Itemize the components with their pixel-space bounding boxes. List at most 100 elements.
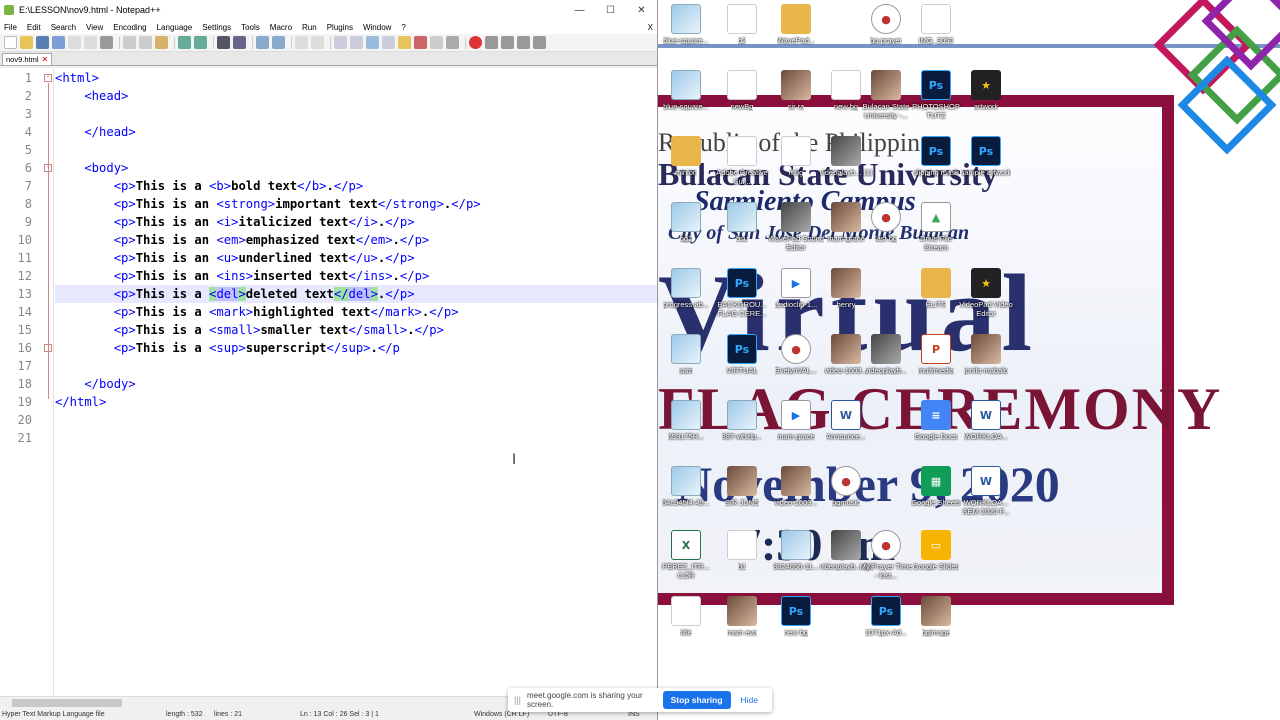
sync-vertical-icon[interactable]: [295, 36, 308, 49]
desktop-icon[interactable]: newBg: [714, 70, 770, 132]
open-file-icon[interactable]: [20, 36, 33, 49]
desktop-icon[interactable]: videoplayb... (1): [818, 136, 874, 198]
desktop-icon[interactable]: jonilo mabalo: [958, 334, 1014, 396]
desktop-icon[interactable]: 84c945f4-49...: [658, 466, 714, 528]
close-document-button[interactable]: X: [648, 23, 653, 32]
print-icon[interactable]: [100, 36, 113, 49]
code-line[interactable]: </body>: [55, 377, 135, 391]
find-icon[interactable]: [217, 36, 230, 49]
code-line[interactable]: <p>This is an <strong>important text</st…: [55, 197, 481, 211]
desktop-icon[interactable]: ▭ Google Slides: [908, 530, 964, 592]
desktop-icon[interactable]: ● My Prayer Time - lost...: [858, 530, 914, 592]
menu-tools[interactable]: Tools: [241, 23, 260, 32]
desktop-icon[interactable]: W Announce...: [818, 400, 874, 462]
code-line[interactable]: <html>: [55, 71, 99, 85]
desktop-icon[interactable]: Ps 1071px-Ad...: [858, 596, 914, 658]
menu-edit[interactable]: Edit: [27, 23, 41, 32]
desktop-icon[interactable]: WavePad Sound Editor: [768, 202, 824, 264]
doc-map-icon[interactable]: [430, 36, 443, 49]
desktop-icon[interactable]: ▦ Google Sheets: [908, 466, 964, 528]
desktop-icon[interactable]: 887-whirlp...: [714, 400, 770, 462]
desktop-icon[interactable]: W WORKLOA...: [958, 400, 1014, 462]
desktop-icon[interactable]: blue-square...: [658, 4, 714, 66]
desktop-icon[interactable]: ★ artwork: [958, 70, 1014, 132]
desktop-icon[interactable]: ● bg-prayer: [858, 4, 914, 66]
save-macro-icon[interactable]: [533, 36, 546, 49]
language-icon[interactable]: [382, 36, 395, 49]
desktop-icon[interactable]: Adobe Creative Sui...: [714, 136, 770, 198]
code-line[interactable]: <p>This is a <small>smaller text</small>…: [55, 323, 444, 337]
desktop-icon[interactable]: Ps clipping mask: [908, 136, 964, 198]
desktop-icon[interactable]: ● EvelynVAL...: [768, 334, 824, 396]
sync-horizontal-icon[interactable]: [311, 36, 324, 49]
indent-guide-icon[interactable]: [366, 36, 379, 49]
desktop-icon[interactable]: Bulacan State University -...: [858, 70, 914, 132]
code-line[interactable]: </html>: [55, 395, 106, 409]
hide-share-bar-button[interactable]: Hide: [741, 695, 758, 705]
save-all-icon[interactable]: [52, 36, 65, 49]
desktop-icon[interactable]: W WORKLOA... SEM 2020 F...: [958, 466, 1014, 528]
redo-icon[interactable]: [194, 36, 207, 49]
tab-nov9-html[interactable]: nov9.html ✕: [2, 53, 53, 65]
desktop-icon[interactable]: blue-square...: [658, 70, 714, 132]
desktop-icon[interactable]: video-1603...: [768, 466, 824, 528]
desktop-icon[interactable]: Ps new bg: [768, 596, 824, 658]
code-line[interactable]: <p>This is an <i>italicized text</i>.</p…: [55, 215, 415, 229]
zoom-out-icon[interactable]: [272, 36, 285, 49]
desktop-icon[interactable]: progress-ab...: [658, 268, 714, 330]
save-icon[interactable]: [36, 36, 49, 49]
tab-close-icon[interactable]: ✕: [42, 55, 49, 64]
close-button[interactable]: ✕: [626, 0, 657, 20]
menu-language[interactable]: Language: [157, 23, 193, 32]
fold-marker-icon[interactable]: -: [44, 164, 52, 172]
function-list-icon[interactable]: [414, 36, 427, 49]
desktop-icon[interactable]: Ps BACKGROU... FLAG CERE...: [714, 268, 770, 330]
show-all-chars-icon[interactable]: [350, 36, 363, 49]
desktop-icon[interactable]: mam eva: [714, 596, 770, 658]
desktop-icon[interactable]: SIR JUNS: [714, 466, 770, 528]
word-wrap-icon[interactable]: [334, 36, 347, 49]
menu-run[interactable]: Run: [302, 23, 317, 32]
menu-plugins[interactable]: Plugins: [327, 23, 353, 32]
new-file-icon[interactable]: [4, 36, 17, 49]
desktop-icon[interactable]: ▶ mam grace: [768, 400, 824, 462]
desktop-icon[interactable]: X PEREZ_ITR... COR: [658, 530, 714, 592]
drag-handle-icon[interactable]: |||: [514, 695, 521, 705]
code-line[interactable]: <p>This is a <sup>superscript</sup>.</p: [55, 341, 400, 355]
menu-settings[interactable]: Settings: [202, 23, 231, 32]
desktop-icon[interactable]: ▲ Drive File Stream: [908, 202, 964, 264]
desktop-icon[interactable]: sam: [658, 334, 714, 396]
desktop-icon[interactable]: ● bgmusic: [818, 466, 874, 528]
desktop-icon[interactable]: IMG_3050: [908, 4, 964, 66]
desktop-icon[interactable]: ★ VideoPad Video Editor: [958, 268, 1014, 330]
desktop-icon[interactable]: ≡ Google Docs: [908, 400, 964, 462]
desktop-icon[interactable]: bgimage: [908, 596, 964, 658]
desktop-icon[interactable]: bg2: [658, 202, 714, 264]
menu-file[interactable]: File: [4, 23, 17, 32]
desktop-icon[interactable]: 8824656-11...: [768, 530, 824, 592]
paste-icon[interactable]: [155, 36, 168, 49]
maximize-button[interactable]: ☐: [595, 0, 626, 20]
menu-encoding[interactable]: Encoding: [113, 23, 146, 32]
menu-window[interactable]: Window: [363, 23, 391, 32]
desktop-icon[interactable]: title: [658, 596, 714, 658]
desktop-icon[interactable]: ● last bg: [858, 202, 914, 264]
desktop-icon[interactable]: WavePad...: [768, 4, 824, 66]
title-bar[interactable]: E:\LESSON\nov9.html - Notepad++ — ☐ ✕: [0, 0, 657, 20]
desktop-icon[interactable]: b1: [714, 530, 770, 592]
menu-search[interactable]: Search: [51, 23, 76, 32]
close-all-icon[interactable]: [84, 36, 97, 49]
code-line[interactable]: <head>: [55, 89, 128, 103]
menu-macro[interactable]: Macro: [270, 23, 292, 32]
desktop-icon[interactable]: Pmultimedia: [908, 334, 964, 396]
code-line[interactable]: <p>This is a <mark>highlighted text</mar…: [55, 305, 459, 319]
desktop-icon[interactable]: videoplayb...: [858, 334, 914, 396]
desktop-icon[interactable]: Ps sample artwork: [958, 136, 1014, 198]
code-line[interactable]: <body>: [55, 161, 128, 175]
desktop-icon[interactable]: mbg: [768, 136, 824, 198]
play-macro-icon[interactable]: [501, 36, 514, 49]
code-line[interactable]: <p>This is a <del>deleted text</del>.</p…: [55, 287, 415, 301]
desktop-icon[interactable]: henry: [818, 268, 874, 330]
desktop-icon[interactable]: b2: [714, 4, 770, 66]
desktop-icon[interactable]: ELITS: [908, 268, 964, 330]
